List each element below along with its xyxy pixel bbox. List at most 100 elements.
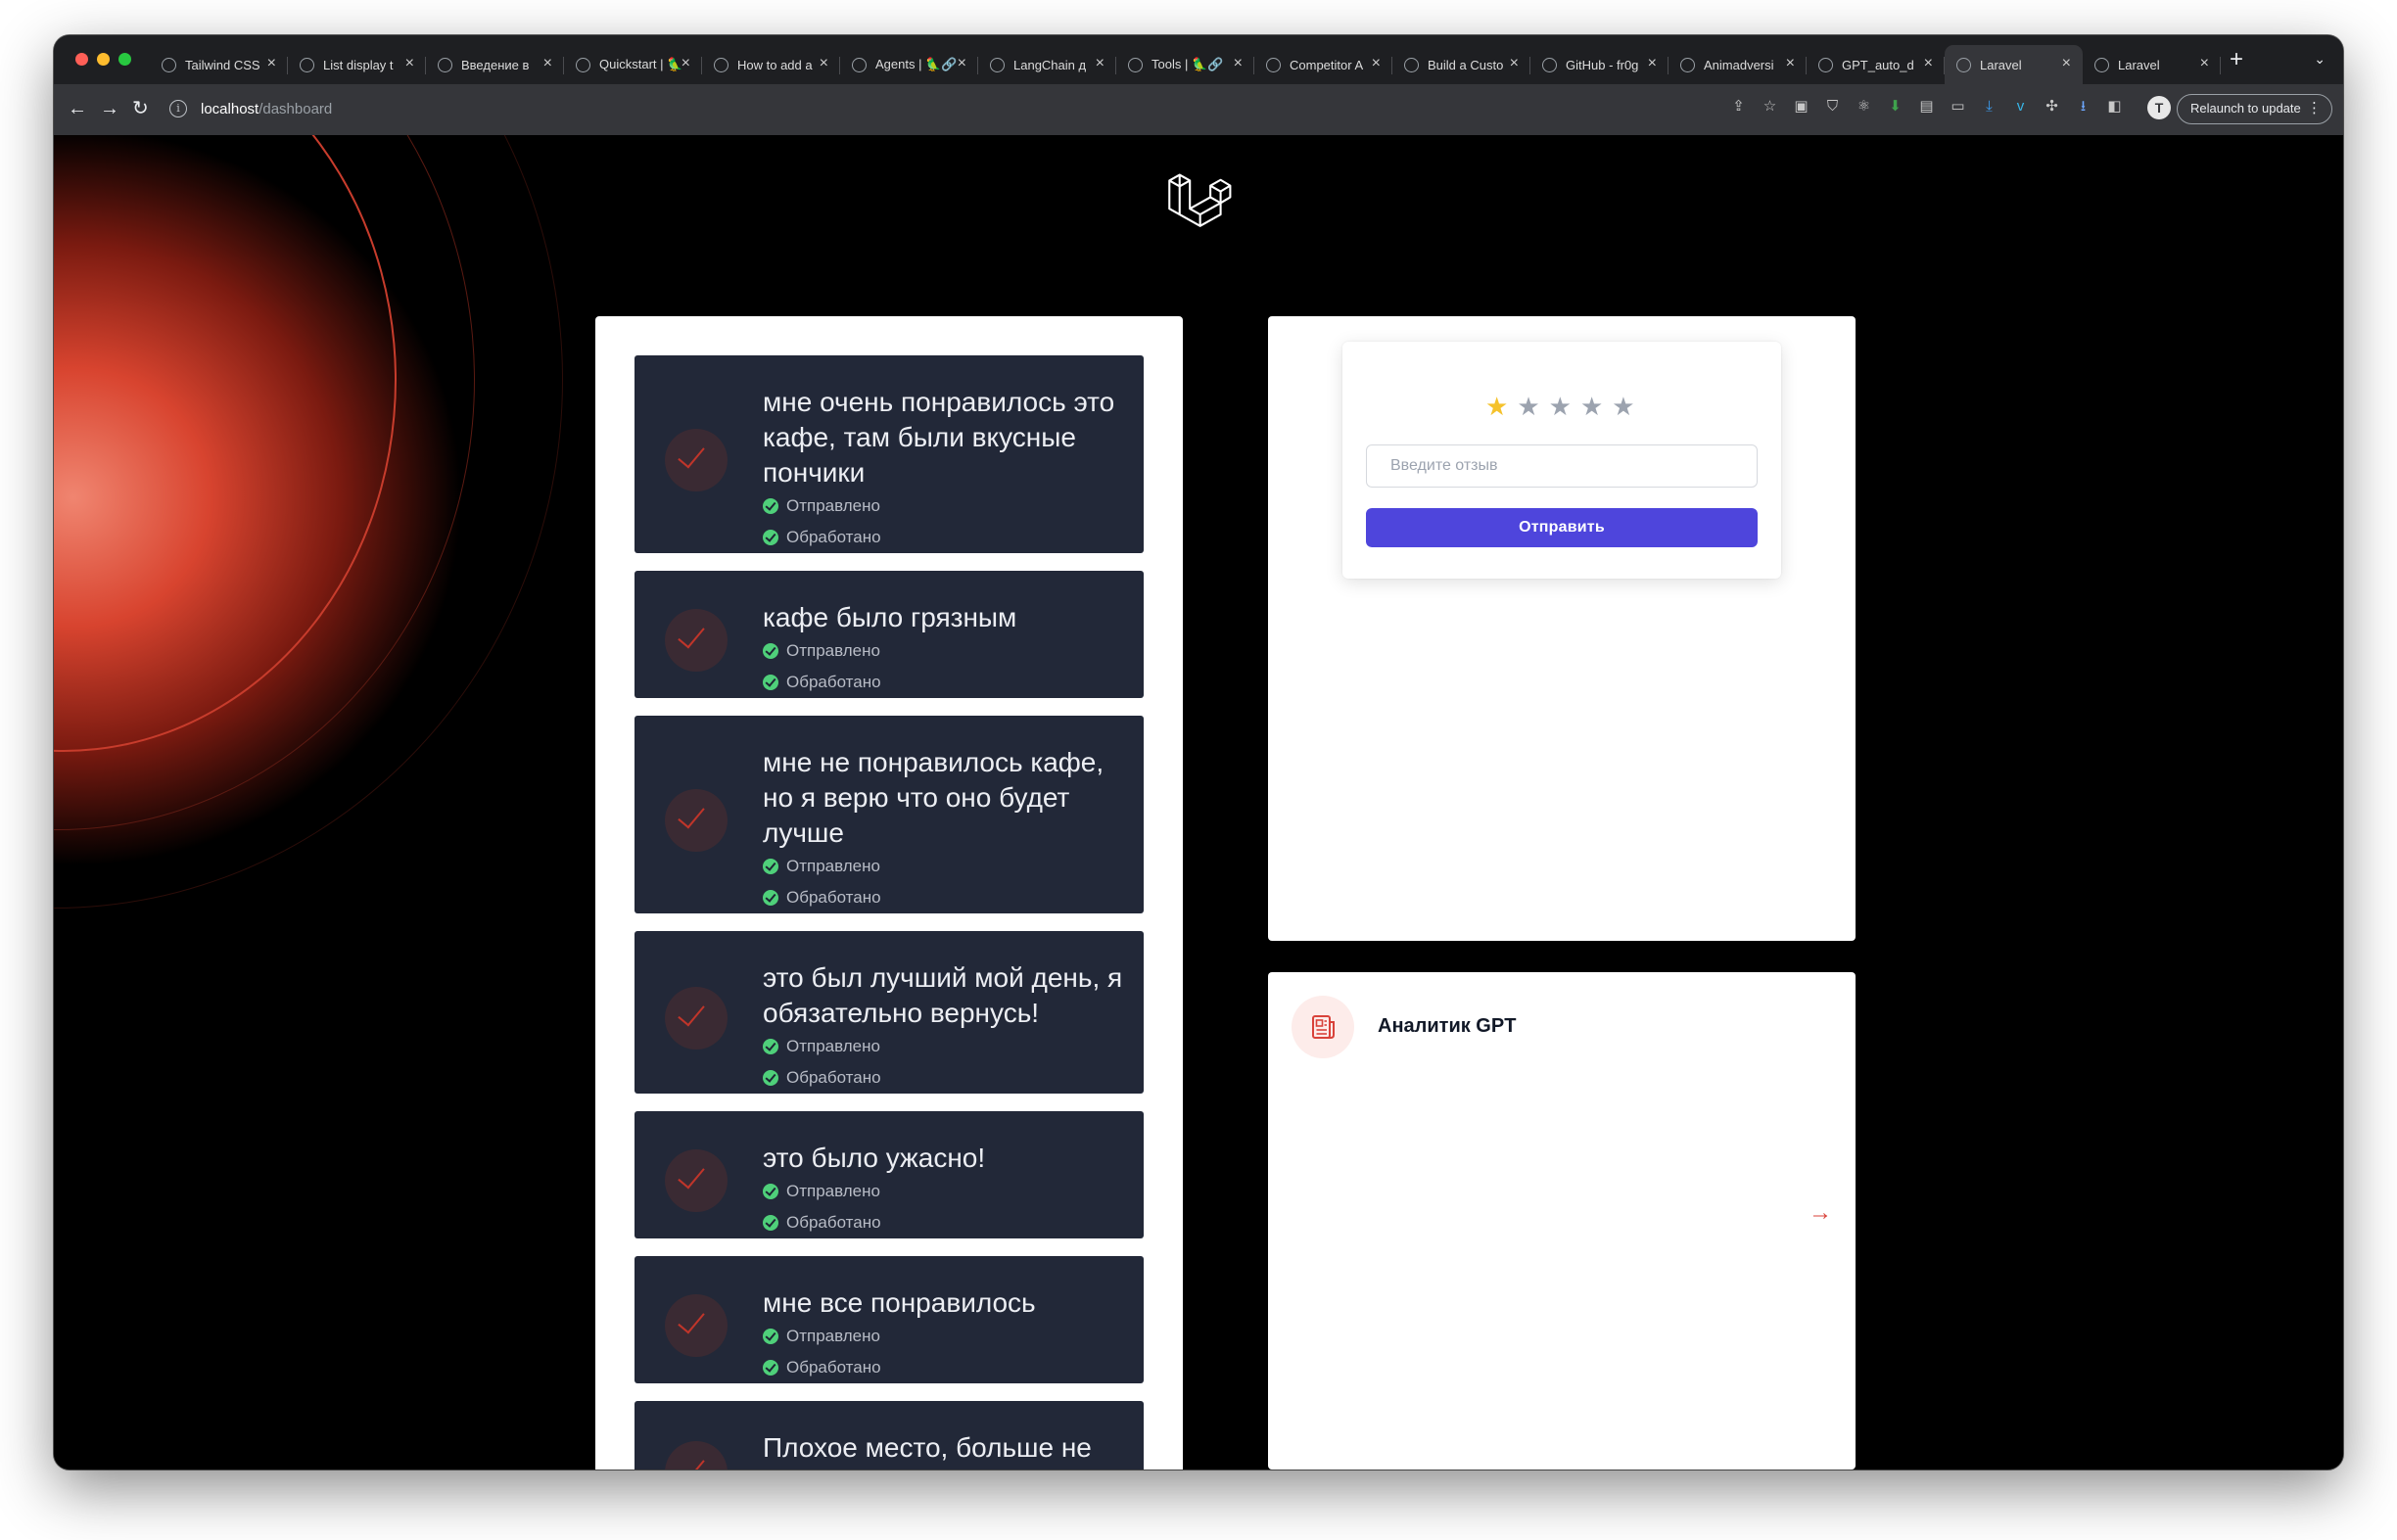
arrow-right-icon[interactable]: → <box>1809 1199 1832 1227</box>
check-circle-icon <box>763 498 778 514</box>
relaunch-button[interactable]: Relaunch to update ⋮ <box>2177 94 2332 124</box>
close-tab-icon[interactable]: × <box>1510 55 1519 72</box>
relaunch-label: Relaunch to update <box>2190 101 2301 116</box>
check-icon <box>665 987 728 1050</box>
close-tab-icon[interactable]: × <box>958 55 966 72</box>
close-window-button[interactable] <box>75 53 88 66</box>
site-info-icon[interactable]: i <box>169 100 187 117</box>
tab-title: Agents | 🦜🔗 <box>875 57 958 71</box>
close-tab-icon[interactable]: × <box>820 55 828 72</box>
page-content: мне очень понравилось это кафе, там были… <box>54 135 2343 1470</box>
url-path: /dashboard <box>258 101 333 117</box>
shield-icon[interactable]: ⛉ <box>1822 96 1843 117</box>
star-icon[interactable]: ★ <box>1485 394 1508 419</box>
bookmark-star-icon[interactable]: ☆ <box>1760 96 1780 117</box>
url-text[interactable]: localhost/dashboard <box>201 101 332 117</box>
browser-tab[interactable]: How to add a × <box>702 45 840 84</box>
favicon-icon <box>1266 57 1281 72</box>
browser-tab[interactable]: Laravel × <box>2083 45 2221 84</box>
tab-title: GPT_auto_d <box>1842 57 1914 72</box>
gpt-analyst-card[interactable]: Аналитик GPT → <box>1268 972 1856 1470</box>
window-icon[interactable]: ▭ <box>1948 96 1968 117</box>
close-tab-icon[interactable]: × <box>2062 55 2071 72</box>
review-text: кафе было грязным <box>763 602 1017 632</box>
browser-tab[interactable]: List display t × <box>288 45 426 84</box>
review-text: Плохое место, больше не приду <box>763 1432 1092 1470</box>
browser-tab[interactable]: Build a Custo × <box>1392 45 1530 84</box>
vimeo-icon[interactable]: v <box>2010 96 2031 117</box>
new-tab-button[interactable]: + <box>2230 48 2243 71</box>
react-devtools-icon[interactable]: ⚛ <box>1854 96 1874 117</box>
download-icon[interactable]: ⤓ <box>1979 96 1999 117</box>
browser-tab[interactable]: Laravel × <box>1945 45 2083 84</box>
status-line: Отправлено <box>763 635 1134 667</box>
browser-tab[interactable]: Competitor A × <box>1254 45 1392 84</box>
tab-search-button[interactable]: ⌄ <box>2314 51 2326 68</box>
sidebar-icon[interactable]: ◧ <box>2104 96 2125 117</box>
puzzle-icon[interactable]: ✣ <box>2042 96 2062 117</box>
browser-tab[interactable]: GPT_auto_d × <box>1807 45 1945 84</box>
download-extension-icon[interactable]: ⬇ <box>1885 96 1905 117</box>
close-tab-icon[interactable]: × <box>1096 55 1104 72</box>
downloads-icon[interactable]: ⭳ <box>2073 96 2093 117</box>
tab-title: How to add a <box>737 57 813 72</box>
close-tab-icon[interactable]: × <box>2200 55 2209 72</box>
browser-tab[interactable]: GitHub - fr0g × <box>1530 45 1668 84</box>
share-icon[interactable]: ⇪ <box>1728 96 1749 117</box>
status-text: Обработано <box>786 1358 881 1377</box>
status-line: Отправлено <box>763 1031 1134 1062</box>
review-item: кафе было грязным Отправлено Обработано <box>634 571 1144 698</box>
tab-title: Build a Custo <box>1428 57 1504 72</box>
tab-title: List display t <box>323 57 394 72</box>
close-tab-icon[interactable]: × <box>1924 55 1933 72</box>
close-tab-icon[interactable]: × <box>682 55 690 72</box>
tab-list: Tailwind CSS × List display t × Введение в × Q… <box>150 45 2221 84</box>
close-tab-icon[interactable]: × <box>405 55 414 72</box>
review-text: мне очень понравилось это кафе, там были… <box>763 387 1115 488</box>
close-tab-icon[interactable]: × <box>1372 55 1381 72</box>
review-input[interactable] <box>1366 444 1758 488</box>
review-item: мне не понравилось кафе, но я верю что о… <box>634 716 1144 913</box>
status-text: Отправлено <box>786 1182 880 1200</box>
close-tab-icon[interactable]: × <box>267 55 276 72</box>
profile-avatar[interactable]: T <box>2147 96 2171 119</box>
star-icon[interactable]: ★ <box>1580 394 1603 419</box>
forward-arrow-icon[interactable]: → <box>100 97 119 120</box>
star-icon[interactable]: ★ <box>1612 394 1634 419</box>
favicon-icon <box>162 57 176 72</box>
browser-tab[interactable]: Quickstart | 🦜 × <box>564 45 702 84</box>
extension-icon[interactable]: ▣ <box>1791 96 1811 117</box>
check-circle-icon <box>763 859 778 874</box>
status-text: Обработано <box>786 673 881 691</box>
address-bar[interactable]: i localhost/dashboard <box>160 92 1824 127</box>
close-tab-icon[interactable]: × <box>1648 55 1657 72</box>
more-menu-icon: ⋮ <box>2307 100 2322 117</box>
browser-tab[interactable]: Agents | 🦜🔗 × <box>840 45 978 84</box>
browser-tab[interactable]: Tools | 🦜🔗 × <box>1116 45 1254 84</box>
review-item: мне все понравилось Отправлено Обработано <box>634 1256 1144 1383</box>
close-tab-icon[interactable]: × <box>1786 55 1795 72</box>
laravel-logo <box>1168 173 1232 227</box>
maximize-window-button[interactable] <box>118 53 131 66</box>
status-text: Отправлено <box>786 496 880 515</box>
status-line: Обработано <box>763 667 1134 698</box>
close-tab-icon[interactable]: × <box>543 55 552 72</box>
browser-tab[interactable]: LangChain д × <box>978 45 1116 84</box>
window-controls <box>75 53 131 66</box>
browser-tab[interactable]: Tailwind CSS × <box>150 45 288 84</box>
browser-tab[interactable]: Animadversi × <box>1668 45 1807 84</box>
check-circle-icon <box>763 1360 778 1376</box>
star-icon[interactable]: ★ <box>1517 394 1539 419</box>
browser-tab[interactable]: Введение в × <box>426 45 564 84</box>
minimize-window-button[interactable] <box>97 53 110 66</box>
document-icon[interactable]: ▤ <box>1916 96 1937 117</box>
tab-title: GitHub - fr0g <box>1566 57 1639 72</box>
star-icon[interactable]: ★ <box>1549 394 1572 419</box>
reload-icon[interactable]: ↻ <box>132 97 149 120</box>
close-tab-icon[interactable]: × <box>1234 55 1243 72</box>
status-line: Обработано <box>763 1062 1134 1094</box>
back-arrow-icon[interactable]: ← <box>68 97 87 120</box>
status-line: Обработано <box>763 882 1134 913</box>
review-text: мне не понравилось кафе, но я верю что о… <box>763 747 1104 848</box>
submit-button[interactable]: Отправить <box>1366 508 1758 547</box>
